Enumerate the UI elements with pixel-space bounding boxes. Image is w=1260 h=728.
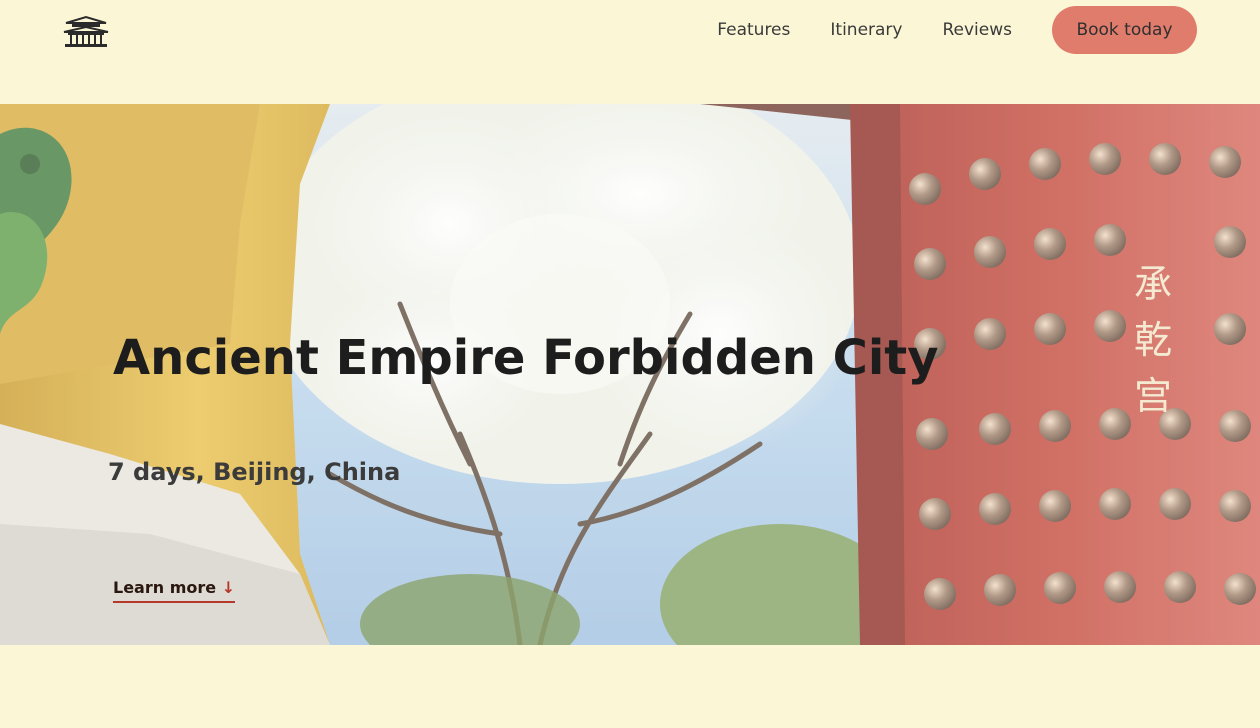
plaque-char: 乾	[1133, 318, 1172, 362]
learn-more-label: Learn more	[113, 578, 217, 597]
hero-subtitle: 7 days, Beijing, China	[108, 458, 401, 486]
palace-icon[interactable]	[62, 14, 110, 48]
nav-link-reviews[interactable]: Reviews	[942, 20, 1012, 40]
book-today-button[interactable]: Book today	[1052, 6, 1197, 54]
site-header: Features Itinerary Reviews Book today	[0, 0, 1260, 104]
plaque-char: 承	[1133, 262, 1172, 306]
palace-name-plaque: 承 乾 宫	[1128, 256, 1178, 424]
hero-title: Ancient Empire Forbidden City	[113, 330, 939, 386]
nav-link-itinerary[interactable]: Itinerary	[830, 20, 902, 40]
hero-section: 承 乾 宫 Ancient Empire Forbidden City 7 da…	[0, 104, 1260, 645]
plaque-char: 宫	[1133, 374, 1172, 418]
arrow-down-icon: ↓	[221, 578, 236, 597]
main-nav: Features Itinerary Reviews Book today	[717, 6, 1197, 54]
nav-link-features[interactable]: Features	[717, 20, 790, 40]
learn-more-link[interactable]: Learn more ↓	[113, 578, 236, 603]
